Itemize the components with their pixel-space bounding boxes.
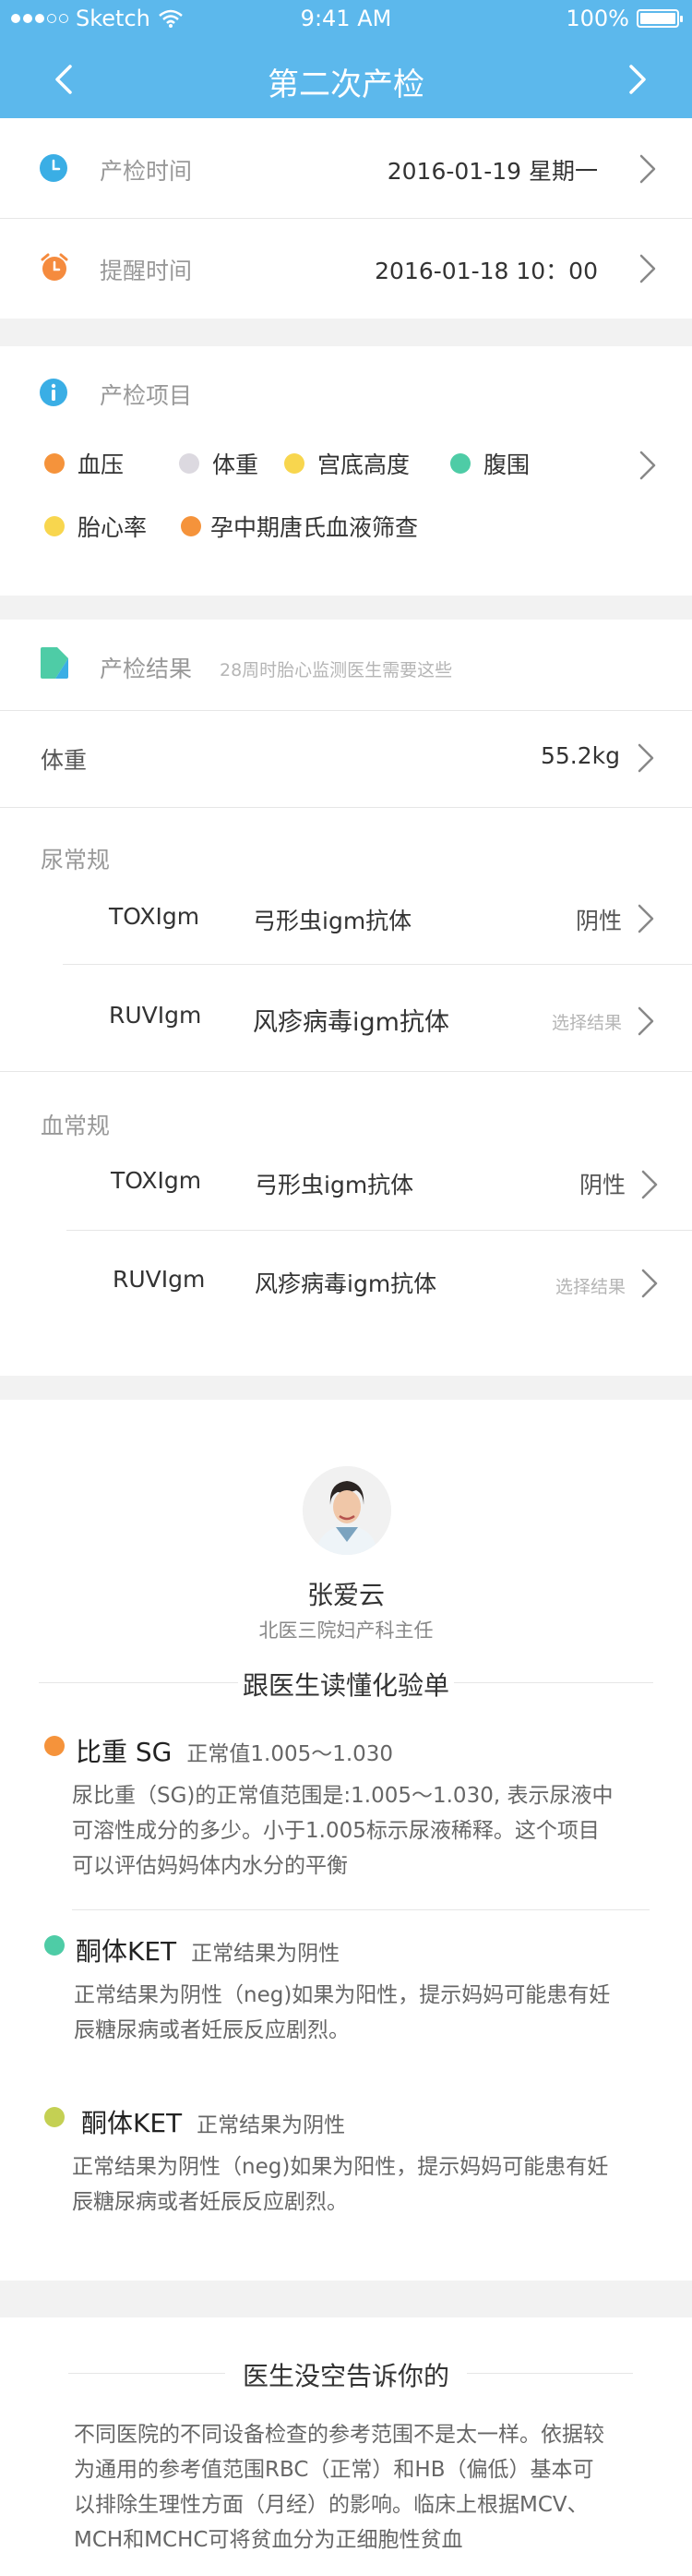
test-name: 风疹病毒igm抗体 (255, 1270, 437, 1297)
battery-icon (637, 9, 683, 28)
tag-item: 孕中期唐氏血液筛查 (181, 510, 418, 543)
item-bullet (44, 1736, 65, 1756)
chevron-right-icon (638, 743, 654, 773)
divider (467, 2373, 633, 2374)
lab-item-title: 酮体KET (81, 2108, 183, 2138)
lab-item-description: 尿比重（SG)的正常值范围是:1.005～1.030, 表示尿液中 可溶性成分的… (72, 1784, 614, 1878)
exam-items-section[interactable]: 产检项目 血压 体重 宫底高度 腹围 胎心率 孕中期唐氏血液筛查 (0, 346, 692, 596)
results-header: 产检结果 28周时胎心监测医生需要这些 (0, 620, 692, 710)
status-bar: Sketch 9:41 AM 100% (0, 0, 692, 37)
test-name: 弓形虫igm抗体 (253, 908, 412, 934)
tag-label: 血压 (78, 451, 125, 478)
test-name: 风疹病毒igm抗体 (253, 1008, 449, 1037)
forward-chevron-icon[interactable] (618, 61, 655, 98)
clock-icon (40, 154, 67, 182)
tag-bullet (44, 453, 65, 474)
lab-item-header: 比重 SG 正常值1.005～1.030 (76, 1732, 393, 1769)
section-gap (0, 596, 692, 620)
result-row[interactable]: RUVIgm 风疹病毒igm抗体 选择结果 (0, 1231, 692, 1337)
exam-time-row[interactable]: 产检时间 2016-01-19 星期一 (0, 118, 692, 218)
tag-label: 体重 (212, 451, 259, 478)
lab-item-normal: 正常结果为阴性 (191, 1942, 340, 1966)
tag-bullet (44, 516, 65, 536)
result-row[interactable]: RUVIgm 风疹病毒igm抗体 选择结果 (0, 965, 692, 1071)
tag-bullet (284, 453, 304, 474)
tag-item: 血压 (44, 447, 124, 480)
results-label: 产检结果 (100, 656, 193, 682)
note-title: 医生没空告诉你的 (242, 2361, 449, 2391)
lab-item-header: 酮体KET 正常结果为阴性 (81, 2103, 345, 2140)
divider (72, 1909, 650, 1910)
test-result-placeholder: 选择结果 (551, 1013, 622, 1033)
chevron-right-icon (639, 154, 656, 184)
battery-percent: 100% (566, 6, 629, 31)
reminder-time-row[interactable]: 提醒时间 2016-01-18 10：00 (0, 219, 692, 319)
section-gap (0, 2281, 692, 2317)
note-text: 不同医院的不同设备检查的参考范围不是太一样。依据较 为通用的参考值范围RBC（正… (74, 2423, 604, 2552)
tag-bullet (450, 453, 471, 474)
tag-label: 孕中期唐氏血液筛查 (210, 514, 419, 541)
section-gap (0, 319, 692, 346)
alarm-clock-icon (41, 253, 68, 281)
lab-item-title: 酮体KET (76, 1936, 177, 1967)
lab-item-description: 正常结果为阴性（neg)如果为阳性，提示妈妈可能患有妊 辰糖尿病或者妊辰反应剧烈… (74, 1983, 611, 2042)
test-code: TOXIgm (111, 1167, 202, 1194)
item-bullet (44, 1935, 65, 1956)
chevron-right-icon (638, 1006, 654, 1036)
section-gap (0, 1376, 692, 1400)
divider (454, 1682, 653, 1683)
tag-bullet (181, 516, 201, 536)
reminder-time-value: 2016-01-18 10：00 (375, 258, 598, 284)
tag-label: 宫底高度 (317, 451, 411, 478)
chevron-right-icon (641, 1269, 658, 1298)
weight-label: 体重 (41, 747, 88, 774)
test-result-placeholder: 选择结果 (555, 1277, 626, 1297)
tag-item: 体重 (179, 447, 258, 480)
test-result: 阴性 (575, 908, 622, 934)
test-code: RUVIgm (109, 1002, 202, 1029)
test-result: 阴性 (579, 1172, 626, 1198)
tag-label: 胎心率 (78, 514, 148, 541)
header-bar: Sketch 9:41 AM 100% 第二次产检 (0, 0, 692, 118)
chevron-right-icon (638, 904, 654, 933)
item-bullet (44, 2107, 65, 2127)
page-title: 第二次产检 (268, 66, 424, 103)
info-icon (40, 379, 67, 406)
lab-item-title: 比重 SG (76, 1737, 173, 1767)
divider (0, 1071, 692, 1072)
tag-item: 胎心率 (44, 510, 147, 543)
lab-item-normal: 正常值1.005～1.030 (186, 1742, 394, 1766)
urine-routine-header: 尿常规 (41, 847, 111, 873)
test-code: RUVIgm (113, 1266, 206, 1293)
exam-time-label: 产检时间 (100, 158, 193, 185)
weight-value: 55.2kg (540, 742, 620, 769)
results-hint: 28周时胎心监测医生需要这些 (220, 660, 453, 680)
tag-bullet (179, 453, 199, 474)
section-title: 跟医生读懂化验单 (242, 1670, 449, 1701)
chevron-right-icon (639, 451, 656, 480)
result-row[interactable]: TOXIgm 弓形虫igm抗体 阴性 (0, 1150, 692, 1230)
chevron-right-icon (641, 1170, 658, 1199)
result-row[interactable]: TOXIgm 弓形虫igm抗体 阴性 (0, 886, 692, 964)
doctor-avatar (303, 1466, 391, 1555)
divider (0, 807, 692, 808)
tag-item: 宫底高度 (284, 447, 410, 480)
reminder-time-label: 提醒时间 (100, 258, 193, 284)
doctor-name: 张爱云 (306, 1580, 385, 1610)
lab-item-header: 酮体KET 正常结果为阴性 (76, 1932, 340, 1968)
exam-time-value: 2016-01-19 星期一 (387, 158, 598, 185)
exam-items-label: 产检项目 (100, 382, 193, 409)
tag-item: 腹围 (450, 447, 530, 480)
lab-item-normal: 正常结果为阴性 (197, 2113, 346, 2137)
blood-routine-header: 血常规 (41, 1113, 111, 1139)
lab-item-description: 正常结果为阴性（neg)如果为阳性，提示妈妈可能患有妊 辰糖尿病或者妊辰反应剧烈… (72, 2155, 609, 2214)
doctor-title: 北医三院妇产科主任 (258, 1619, 434, 1642)
weight-row[interactable]: 体重 55.2kg (0, 711, 692, 807)
chevron-right-icon (639, 254, 656, 283)
tag-label: 腹围 (483, 451, 531, 478)
document-edit-icon (41, 647, 68, 679)
test-code: TOXIgm (109, 903, 200, 930)
test-name: 弓形虫igm抗体 (255, 1172, 414, 1198)
